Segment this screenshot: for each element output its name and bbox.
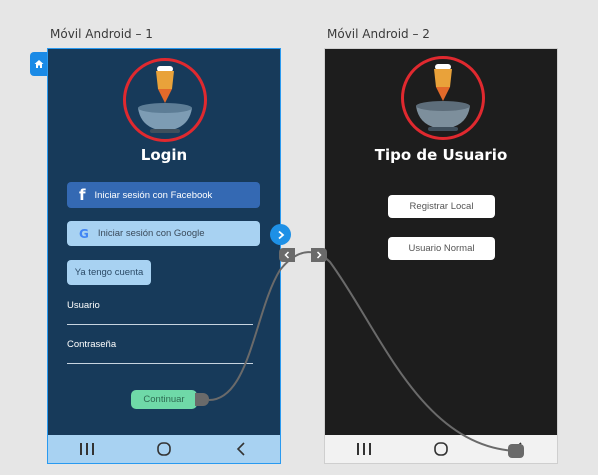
- link-handle-right[interactable]: [311, 248, 327, 262]
- chevron-right-icon[interactable]: [270, 224, 291, 245]
- link-handle-left[interactable]: [279, 248, 295, 262]
- prototype-wires: [208, 251, 524, 458]
